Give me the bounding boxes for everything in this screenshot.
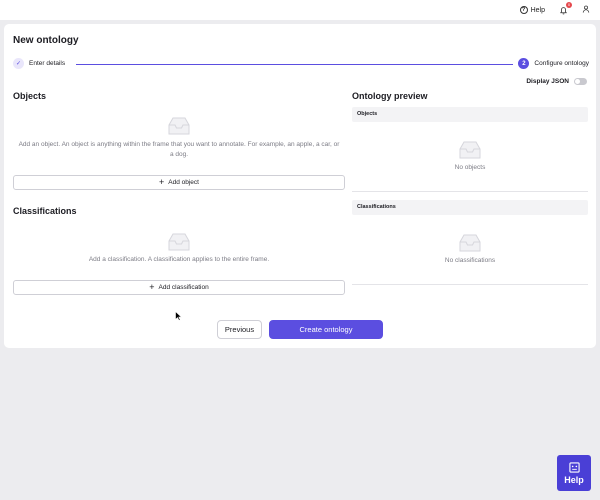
preview-objects-empty: No objects <box>454 164 486 171</box>
check-icon: ✓ <box>13 58 24 69</box>
chat-face-icon <box>568 461 580 473</box>
divider <box>352 191 588 192</box>
preview-classifications-header: Classifications <box>352 200 588 215</box>
step-configure-ontology[interactable]: 2 Configure ontology <box>518 58 589 69</box>
step-enter-details[interactable]: ✓ Enter details <box>13 58 65 69</box>
ontology-card: New ontology ✓ Enter details 2 Configure… <box>4 24 596 348</box>
help-link[interactable]: ? Help <box>519 6 545 14</box>
plus-icon: + <box>159 177 165 187</box>
add-object-label: Add object <box>168 179 199 186</box>
classifications-title: Classifications <box>13 206 77 216</box>
mouse-cursor-icon <box>175 311 183 321</box>
preview-objects-header: Objects <box>352 107 588 122</box>
user-icon <box>582 5 590 13</box>
display-json-toggle[interactable]: Display JSON <box>526 78 587 85</box>
step-number: 2 <box>518 58 530 69</box>
add-classification-button[interactable]: + Add classification <box>13 280 345 295</box>
divider <box>352 284 588 285</box>
empty-inbox-icon <box>168 233 190 251</box>
step-label: Enter details <box>29 60 66 67</box>
add-classification-label: Add classification <box>158 284 209 291</box>
empty-inbox-icon <box>459 234 481 252</box>
toggle-switch[interactable] <box>574 78 587 85</box>
add-object-button[interactable]: + Add object <box>13 175 345 190</box>
notifications-button[interactable]: 0 <box>559 1 572 15</box>
notification-badge: 0 <box>566 1 572 8</box>
objects-title: Objects <box>13 91 47 101</box>
preview-classifications-empty: No classifications <box>444 257 496 264</box>
stepper: ✓ Enter details 2 Configure ontology <box>13 58 589 70</box>
objects-empty-text: Add an object. An object is anything wit… <box>18 141 340 158</box>
display-json-label: Display JSON <box>526 78 569 85</box>
help-label: Help <box>530 6 545 14</box>
page-title: New ontology <box>13 35 79 46</box>
user-menu-button[interactable] <box>582 5 590 15</box>
empty-inbox-icon <box>459 141 481 159</box>
step-label: Configure ontology <box>534 60 589 67</box>
stepper-line <box>76 63 513 65</box>
help-widget-button[interactable]: Help <box>557 455 591 491</box>
classifications-empty-text: Add a classification. A classification a… <box>88 256 270 263</box>
empty-inbox-icon <box>168 117 190 135</box>
top-bar: ? Help 0 <box>0 0 600 20</box>
help-widget-label: Help <box>564 474 584 485</box>
create-ontology-button[interactable]: Create ontology <box>269 320 383 339</box>
help-circle-icon: ? <box>519 6 528 14</box>
previous-button[interactable]: Previous <box>217 320 262 339</box>
plus-icon: + <box>149 282 155 292</box>
preview-title: Ontology preview <box>352 91 428 101</box>
